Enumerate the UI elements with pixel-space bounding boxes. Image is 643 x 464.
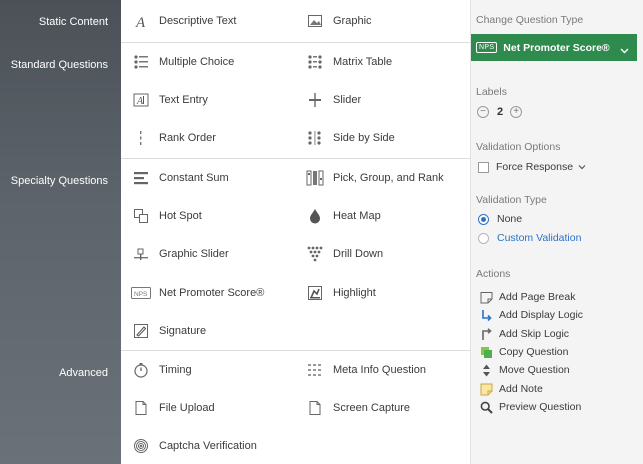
validation-options-heading: Validation Options <box>476 141 561 153</box>
actions-heading: Actions <box>476 268 511 280</box>
qtype-side-by-side[interactable]: Side by Side <box>305 127 395 149</box>
qtype-descriptive-text[interactable]: A Descriptive Text <box>131 10 236 32</box>
copy-icon <box>479 345 493 359</box>
move-icon <box>479 363 493 377</box>
constant-sum-icon <box>131 168 151 188</box>
matrix-table-icon <box>305 52 325 72</box>
chevron-down-icon <box>620 42 629 60</box>
heat-map-icon <box>305 206 325 226</box>
qtype-screen-capture[interactable]: Screen Capture <box>305 397 410 419</box>
section-divider <box>121 158 470 159</box>
slider-icon <box>305 90 325 110</box>
category-standard-questions[interactable]: Standard Questions <box>11 59 108 71</box>
labels-heading: Labels <box>476 86 507 98</box>
qtype-multiple-choice[interactable]: Multiple Choice <box>131 51 234 73</box>
selected-question-type: Net Promoter Score® <box>503 41 610 54</box>
chevron-down-icon[interactable] <box>578 158 586 176</box>
svg-text:A: A <box>136 96 144 107</box>
preview-question-action[interactable]: Preview Question <box>479 400 581 414</box>
section-divider <box>121 42 470 43</box>
category-specialty-questions[interactable]: Specialty Questions <box>11 175 108 187</box>
qtype-file-upload[interactable]: File Upload <box>131 397 215 419</box>
qtype-text-entry[interactable]: A Text Entry <box>131 89 208 111</box>
force-response-checkbox[interactable] <box>478 161 489 173</box>
qtype-hot-spot[interactable]: Hot Spot <box>131 205 202 227</box>
custom-validation-option[interactable]: Custom Validation <box>478 232 581 244</box>
qtype-graphic-slider[interactable]: Graphic Slider <box>131 243 229 265</box>
question-type-dropdown[interactable]: NPS Net Promoter Score® <box>471 34 637 61</box>
qtype-captcha-verification[interactable]: Captcha Verification <box>131 435 257 457</box>
hot-spot-icon <box>131 206 151 226</box>
captcha-icon <box>131 436 151 456</box>
nps-badge-icon: NPS <box>476 42 498 53</box>
category-static-content[interactable]: Static Content <box>39 16 108 28</box>
text-entry-icon: A <box>131 90 151 110</box>
validation-type-heading: Validation Type <box>476 194 547 206</box>
move-question-action[interactable]: Move Question <box>479 363 570 377</box>
add-display-logic-action[interactable]: Add Display Logic <box>479 308 583 322</box>
qtype-slider[interactable]: Slider <box>305 89 361 111</box>
qtype-constant-sum[interactable]: Constant Sum <box>131 167 229 189</box>
signature-icon <box>131 321 151 341</box>
graphic-slider-icon <box>131 244 151 264</box>
qtype-heat-map[interactable]: Heat Map <box>305 205 381 227</box>
add-note-action[interactable]: Add Note <box>479 382 543 396</box>
add-page-break-action[interactable]: Add Page Break <box>479 290 575 304</box>
multiple-choice-icon <box>131 52 151 72</box>
side-by-side-icon <box>305 128 325 148</box>
preview-icon <box>479 400 493 414</box>
labels-count: 2 <box>497 106 504 118</box>
nps-icon: NPS <box>131 283 151 303</box>
skip-logic-icon <box>479 327 493 341</box>
force-response-option[interactable]: Force Response <box>478 158 586 176</box>
add-skip-logic-action[interactable]: Add Skip Logic <box>479 327 569 341</box>
note-icon <box>479 382 493 396</box>
validation-none-option[interactable]: None <box>478 213 522 225</box>
svg-text:NPS: NPS <box>134 291 148 298</box>
qtype-rank-order[interactable]: Rank Order <box>131 127 216 149</box>
custom-validation-radio[interactable] <box>478 232 489 244</box>
file-upload-icon <box>131 398 151 418</box>
pick-group-rank-icon <box>305 168 325 188</box>
custom-validation-link[interactable]: Custom Validation <box>497 232 581 244</box>
meta-info-icon <box>305 360 325 380</box>
page-break-icon <box>479 290 493 304</box>
validation-none-label: None <box>497 213 523 225</box>
qtype-timing[interactable]: Timing <box>131 359 192 381</box>
increment-button[interactable]: + <box>510 106 523 118</box>
drill-down-icon <box>305 244 325 264</box>
display-logic-icon <box>479 308 493 322</box>
copy-question-action[interactable]: Copy Question <box>479 345 568 359</box>
qtype-net-promoter-score[interactable]: NPS Net Promoter Score® <box>131 282 264 304</box>
descriptive-text-icon: A <box>131 11 151 31</box>
force-response-label: Force Response <box>496 161 574 173</box>
highlight-icon <box>305 283 325 303</box>
section-divider <box>121 350 470 351</box>
timing-icon <box>131 360 151 380</box>
category-advanced[interactable]: Advanced <box>59 367 108 379</box>
rank-order-icon <box>131 128 151 148</box>
category-sidebar: Static Content Standard Questions Specia… <box>0 0 121 464</box>
qtype-drill-down[interactable]: Drill Down <box>305 243 383 265</box>
question-type-grid: A Descriptive Text Graphic Multiple Choi… <box>121 0 470 464</box>
screen-capture-icon <box>305 398 325 418</box>
qtype-highlight[interactable]: Highlight <box>305 282 376 304</box>
qtype-graphic[interactable]: Graphic <box>305 10 372 32</box>
qtype-pick-group-rank[interactable]: Pick, Group, and Rank <box>305 167 444 189</box>
qtype-matrix-table[interactable]: Matrix Table <box>305 51 392 73</box>
change-question-type-heading: Change Question Type <box>476 14 584 26</box>
decrement-button[interactable]: − <box>477 106 489 118</box>
svg-text:A: A <box>135 15 146 29</box>
qtype-signature[interactable]: Signature <box>131 320 206 342</box>
labels-stepper: − 2 + <box>477 106 523 118</box>
graphic-icon <box>305 11 325 31</box>
validation-none-radio[interactable] <box>478 213 489 225</box>
question-options-panel: Change Question Type NPS Net Promoter Sc… <box>470 0 643 464</box>
qtype-meta-info-question[interactable]: Meta Info Question <box>305 359 426 381</box>
